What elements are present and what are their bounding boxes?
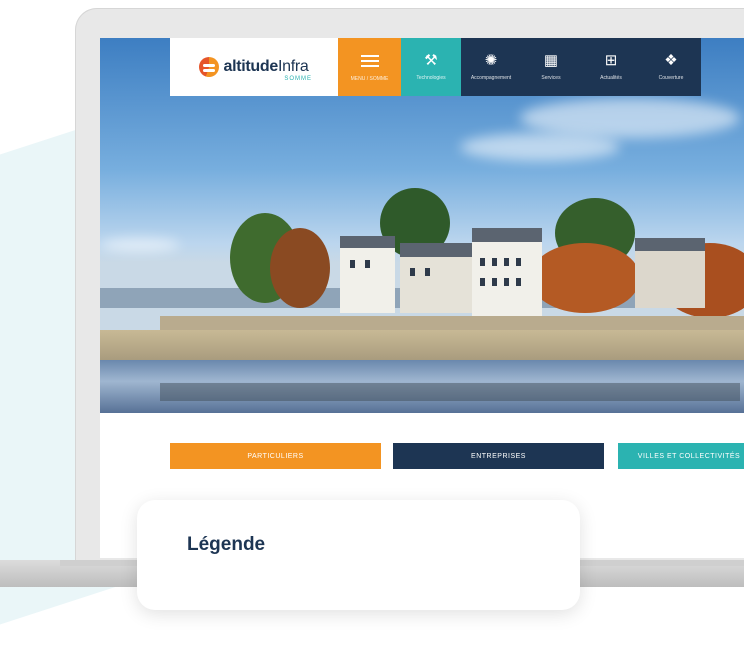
building-icon: ▦ — [543, 52, 559, 69]
nav-item-accompagnement[interactable]: ✺ Accompagnement — [461, 38, 521, 96]
network-icon: ⊞ — [604, 52, 618, 69]
logo-region: SOMME — [284, 76, 312, 82]
nav-menu-label: MENU / SOMME — [350, 76, 389, 82]
nav-item-actualites[interactable]: ⊞ Actualités — [581, 38, 641, 96]
map-icon: ❖ — [664, 52, 678, 69]
website-screen: altitudeInfra SOMME MENU / SOMME ⚒ Techn… — [100, 38, 744, 558]
nav-item-label: Technologies — [416, 75, 446, 81]
logo-mark-icon — [199, 57, 220, 77]
nav-menu-button[interactable]: MENU / SOMME — [338, 38, 401, 96]
nav-item-label: Couverture — [658, 75, 684, 81]
nav-item-label: Actualités — [600, 75, 622, 81]
site-logo[interactable]: altitudeInfra SOMME — [170, 38, 338, 96]
villes-collectivites-button[interactable]: VILLES ET COLLECTIVITÉS — [618, 443, 744, 469]
satellite-icon: ✺ — [484, 52, 498, 69]
nav-item-technologies[interactable]: ⚒ Technologies — [401, 38, 461, 96]
nav-item-label: Accompagnement — [470, 75, 512, 81]
nav-item-services[interactable]: ▦ Services — [521, 38, 581, 96]
logo-brand: altitude — [223, 58, 278, 75]
legend-card: Légende — [137, 500, 580, 610]
legend-title: Légende — [187, 534, 266, 555]
wrench-icon: ⚒ — [424, 52, 438, 69]
logo-suffix: Infra — [277, 58, 309, 75]
nav-item-couverture[interactable]: ❖ Couverture — [641, 38, 701, 96]
menu-icon — [360, 52, 379, 70]
nav-item-label: Services — [541, 75, 561, 81]
entreprises-button[interactable]: ENTREPRISES — [393, 443, 604, 469]
particuliers-button[interactable]: PARTICULIERS — [170, 443, 381, 469]
hero-photo: altitudeInfra SOMME MENU / SOMME ⚒ Techn… — [100, 38, 744, 413]
